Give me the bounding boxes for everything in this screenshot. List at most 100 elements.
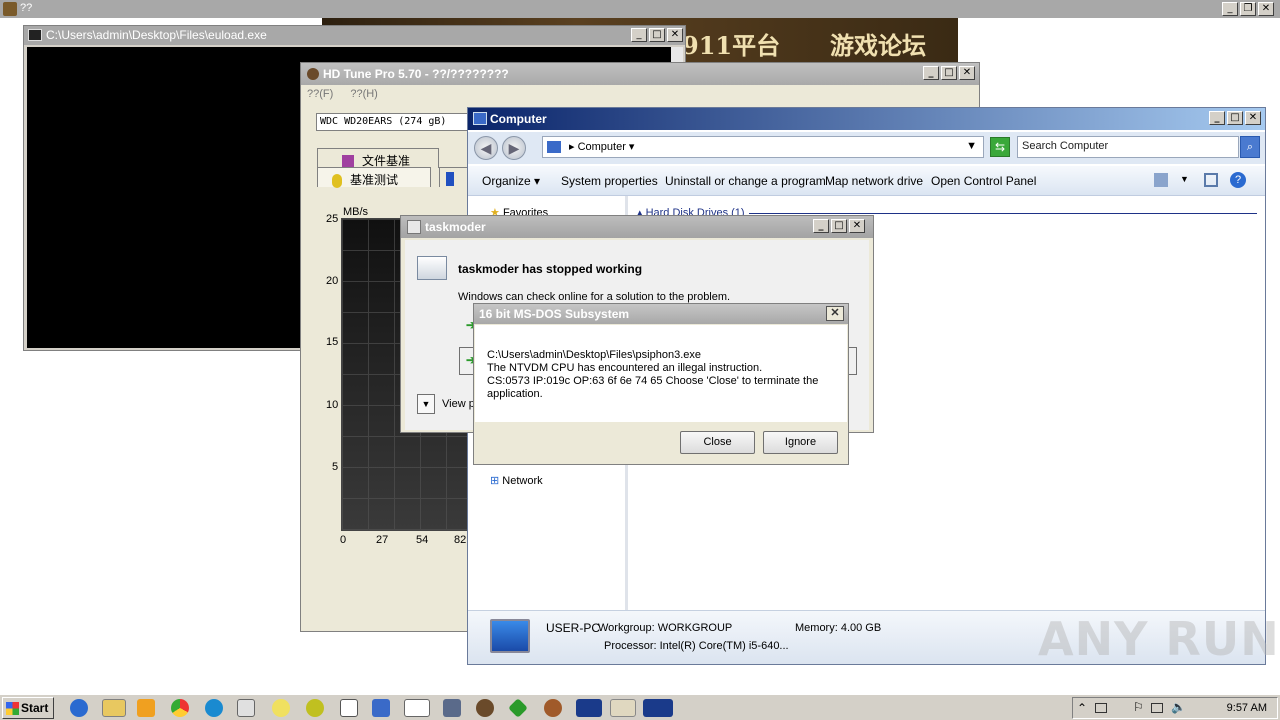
taskmoder-title: taskmoder: [425, 220, 486, 234]
close-button[interactable]: ✕: [849, 219, 865, 233]
maximize-button[interactable]: □: [831, 219, 847, 233]
hdtune-taskbar-icon[interactable]: [476, 699, 494, 717]
x-tick: 27: [376, 534, 389, 546]
system-properties-button[interactable]: System properties: [561, 174, 658, 188]
network-tray-icon[interactable]: [1095, 703, 1107, 713]
download-icon[interactable]: [237, 699, 255, 717]
window-icon[interactable]: [404, 699, 430, 717]
ignore-button[interactable]: Ignore: [763, 431, 838, 454]
hdtune-titlebar: HD Tune Pro 5.70 - ??/???????? _ □ ✕: [301, 63, 979, 85]
nav-item-network[interactable]: ⊞ Network: [490, 474, 543, 487]
address-text: Computer: [577, 141, 626, 153]
console-icon: [28, 29, 42, 41]
console-app-icon[interactable]: [340, 699, 358, 717]
explorer-icon[interactable]: [102, 699, 126, 717]
group-divider: [749, 213, 1257, 214]
close-button[interactable]: ✕: [667, 28, 683, 42]
y-tick: 25: [326, 213, 339, 225]
bulb-icon: [332, 173, 342, 188]
edge-icon[interactable]: [205, 699, 223, 717]
refresh-button[interactable]: ⇆: [990, 137, 1010, 157]
search-icon[interactable]: ⌕: [1240, 136, 1260, 158]
info-icon: [446, 171, 454, 186]
forward-button[interactable]: ▶: [502, 136, 526, 160]
internet-explorer-icon[interactable]: [70, 699, 88, 717]
search-input[interactable]: Search Computer: [1017, 136, 1239, 158]
msdos-taskbar-icon[interactable]: [643, 699, 673, 717]
map-network-drive-button[interactable]: Map network drive: [825, 174, 923, 188]
maximize-button[interactable]: □: [1227, 111, 1243, 125]
msdos-titlebar: 16 bit MS-DOS Subsystem ✕: [474, 304, 848, 324]
minimize-button[interactable]: _: [813, 219, 829, 233]
chevron-down-icon[interactable]: ▼: [966, 140, 977, 152]
y-tick: 15: [326, 336, 339, 348]
lightbulb-icon[interactable]: [272, 699, 290, 717]
display-tray-icon[interactable]: [1151, 703, 1163, 713]
banner-text-1: 911平台: [682, 31, 781, 60]
minimize-button[interactable]: _: [1222, 2, 1238, 16]
brown-app-icon[interactable]: [544, 699, 562, 717]
hdtune-menubar: ??(F) ??(H): [301, 85, 979, 103]
close-button[interactable]: ✕: [1245, 111, 1261, 125]
app-taskbar-icon[interactable]: [610, 699, 636, 717]
close-button[interactable]: ✕: [1258, 2, 1274, 16]
chart-unit: MB/s: [343, 206, 369, 218]
tab-file-benchmark[interactable]: 文件基准: [317, 148, 439, 169]
pc-name: USER-PC: [546, 621, 601, 635]
close-icon[interactable]: ✕: [826, 306, 844, 321]
message-line: application.: [487, 388, 543, 400]
start-button[interactable]: Start: [2, 697, 54, 719]
computer-icon[interactable]: [372, 699, 390, 717]
minimize-button[interactable]: _: [923, 66, 939, 80]
help-icon[interactable]: ?: [1230, 172, 1246, 188]
minimize-button[interactable]: _: [1209, 111, 1225, 125]
view-problem-details[interactable]: View p: [442, 398, 475, 410]
tab-info[interactable]: [439, 167, 469, 187]
taskmoder-icon: [407, 220, 421, 234]
chevron-down-icon[interactable]: ▼: [417, 394, 435, 414]
address-bar[interactable]: ▸ Computer ▾ ▼: [542, 136, 984, 158]
organize-button[interactable]: Organize ▾: [482, 174, 540, 188]
close-button[interactable]: ✕: [959, 66, 975, 80]
media-player-icon[interactable]: [137, 699, 155, 717]
y-tick: 5: [332, 461, 339, 473]
msdos-message: C:\Users\admin\Desktop\Files\psiphon3.ex…: [475, 325, 847, 422]
clock[interactable]: 9:57 AM: [1227, 702, 1267, 714]
tool-icon[interactable]: [443, 699, 461, 717]
preview-pane-icon[interactable]: [1204, 173, 1218, 187]
maximize-button[interactable]: □: [941, 66, 957, 80]
command-bar: Organize ▾ System properties Uninstall o…: [468, 166, 1265, 196]
chevron-down-icon[interactable]: ▼: [1180, 174, 1189, 184]
navigation-bar: ◀ ▶ ▸ Computer ▾ ▼ ⇆ Search Computer ⌕: [468, 132, 1265, 164]
message-line: The NTVDM CPU has encountered an illegal…: [487, 362, 763, 374]
speaker-icon[interactable]: 🔈: [1171, 700, 1186, 714]
processor: Processor: Intel(R) Core(TM) i5-640...: [604, 640, 789, 652]
msdos-title: 16 bit MS-DOS Subsystem: [479, 307, 630, 321]
minimize-button[interactable]: _: [631, 28, 647, 42]
drive-select[interactable]: WDC WD20EARS (274 gB): [316, 113, 476, 131]
menu-file[interactable]: ??(F): [307, 88, 333, 100]
flag-icon[interactable]: ⚐: [1133, 700, 1144, 714]
computer-title: Computer: [490, 112, 547, 126]
taskmoder-titlebar: taskmoder _ □ ✕: [401, 216, 873, 238]
close-button[interactable]: Close: [680, 431, 755, 454]
y-tick: 20: [326, 275, 339, 287]
computer-titlebar: Computer _ □ ✕: [468, 108, 1265, 130]
banner-text-2: 游戏论坛: [830, 31, 926, 60]
chrome-icon[interactable]: [171, 699, 189, 717]
memory: Memory: 4.00 GB: [795, 622, 882, 634]
maximize-button[interactable]: □: [649, 28, 665, 42]
uninstall-program-button[interactable]: Uninstall or change a program: [665, 174, 826, 188]
restore-button[interactable]: ❐: [1240, 2, 1256, 16]
open-control-panel-button[interactable]: Open Control Panel: [931, 174, 1036, 188]
back-button[interactable]: ◀: [474, 136, 498, 160]
tab-benchmark[interactable]: 基准测试: [317, 167, 431, 188]
green-app-icon[interactable]: [508, 698, 528, 718]
views-icon[interactable]: [1154, 173, 1168, 187]
disc-icon[interactable]: [306, 699, 324, 717]
menu-help[interactable]: ??(H): [350, 88, 378, 100]
computer-icon: [547, 141, 561, 154]
taskmoder-taskbar-icon[interactable]: [576, 699, 602, 717]
chevron-up-icon[interactable]: ⌃: [1077, 701, 1087, 715]
message-line: C:\Users\admin\Desktop\Files\psiphon3.ex…: [487, 349, 701, 361]
